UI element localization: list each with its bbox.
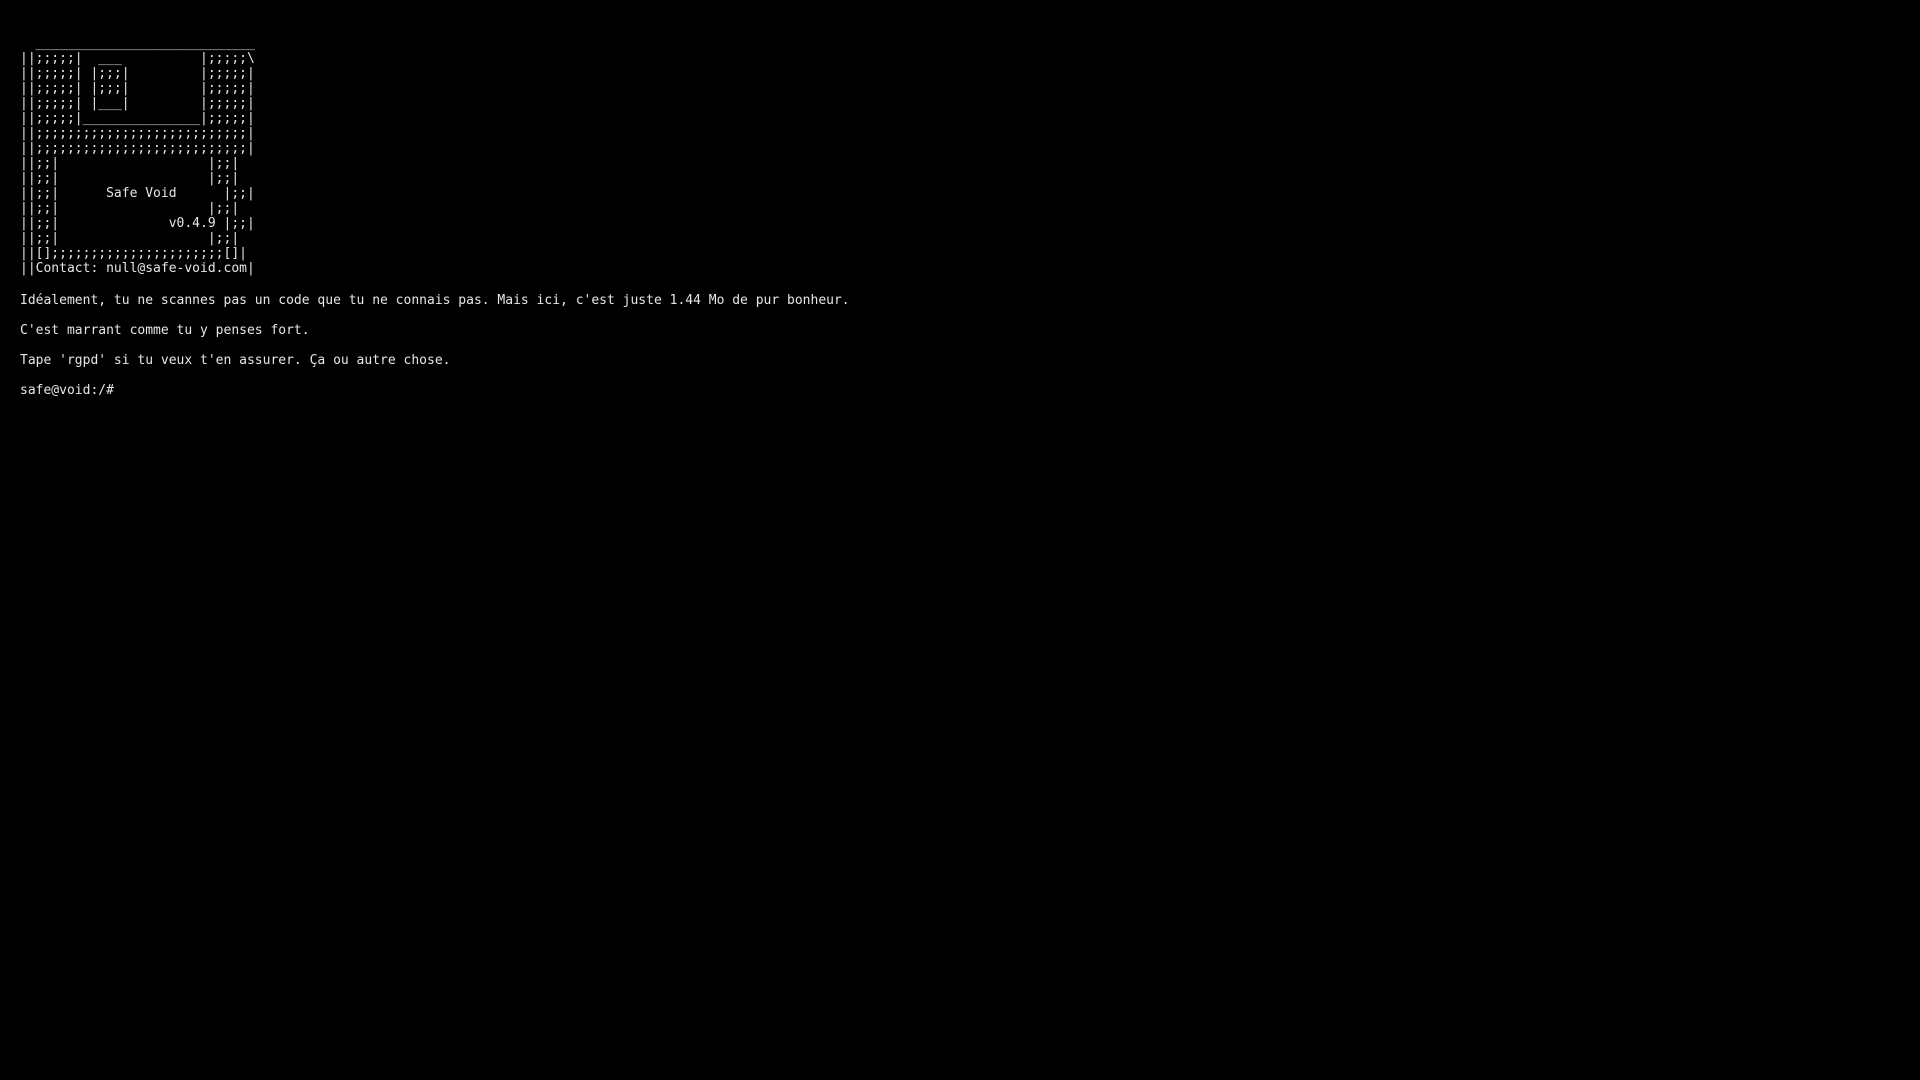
- banner-line: ||;;| |;;|: [20, 231, 240, 246]
- banner-line: ||;;| |;;|: [20, 156, 240, 171]
- banner-line: ||;;;;;| |___| |;;;;;|: [20, 96, 255, 111]
- banner-line: ||;;;;;;;;;;;;;;;;;;;;;;;;;;;|: [20, 126, 255, 141]
- banner-line: ||;;;;;;;;;;;;;;;;;;;;;;;;;;;|: [20, 141, 255, 156]
- banner-line: ||;;;;;|_______________|;;;;;|: [20, 111, 255, 126]
- message-line-1: Idéalement, tu ne scannes pas un code qu…: [20, 293, 850, 308]
- ascii-floppy-banner: ____________________________ ||;;;;;| __…: [20, 36, 1920, 276]
- banner-line: ||;;;;;| |;;;| |;;;;;|: [20, 66, 255, 81]
- banner-line: ||;;;;;| |;;;| |;;;;;|: [20, 81, 255, 96]
- banner-line: ||;;;;;| ___ |;;;;;\: [20, 51, 255, 66]
- message-line-2: C'est marrant comme tu y penses fort.: [20, 323, 310, 338]
- banner-line: ||Contact: null@safe-void.com|: [20, 261, 255, 276]
- banner-line: ||;;| v0.4.9 |;;|: [20, 216, 255, 231]
- terminal-window[interactable]: ____________________________ ||;;;;;| __…: [0, 0, 1920, 1080]
- banner-line: ||;;| |;;|: [20, 171, 240, 186]
- banner-line: ||;;| Safe Void |;;|: [20, 186, 255, 201]
- banner-line: ||[];;;;;;;;;;;;;;;;;;;;;;[]|: [20, 246, 247, 261]
- banner-line: ||;;| |;;|: [20, 201, 240, 216]
- command-input[interactable]: [113, 383, 1822, 398]
- shell-prompt: safe@void:/#: [20, 383, 114, 398]
- banner-line: ____________________________: [20, 36, 255, 51]
- prompt-line: safe@void:/#: [20, 383, 1920, 398]
- message-line-3: Tape 'rgpd' si tu veux t'en assurer. Ça …: [20, 353, 451, 368]
